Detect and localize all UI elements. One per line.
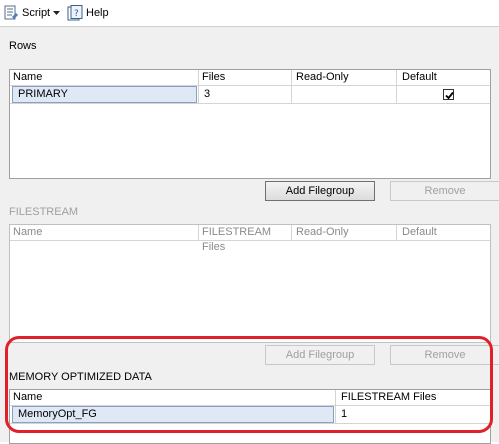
filestream-grid-header: Name FILESTREAM Files Read-Only Default (10, 225, 490, 253)
column-header-filestream-files[interactable]: FILESTREAM Files (199, 225, 291, 253)
script-icon (3, 5, 19, 21)
add-filegroup-button[interactable]: Add Filegroup (265, 181, 375, 201)
filestream-section-title: FILESTREAM (9, 206, 79, 218)
column-header-default[interactable]: Default (399, 225, 489, 240)
column-header-name[interactable]: Name (10, 390, 335, 405)
column-divider (396, 225, 397, 240)
default-checkbox[interactable] (443, 89, 454, 100)
memory-optimized-grid[interactable]: Name FILESTREAM Files MemoryOpt_FG 1 (9, 389, 491, 444)
memory-filegroup-name-cell[interactable]: MemoryOpt_FG (12, 406, 334, 423)
column-divider (291, 225, 292, 240)
svg-text:?: ? (74, 9, 79, 19)
rows-grid-header: Name Files Read-Only Default (10, 70, 490, 86)
table-row[interactable]: PRIMARY 3 (10, 86, 490, 104)
script-button[interactable]: Script (3, 3, 50, 23)
help-label: Help (86, 7, 109, 19)
memory-optimized-section-title: MEMORY OPTIMIZED DATA (9, 371, 152, 383)
checkmark-icon (445, 91, 454, 100)
table-row[interactable]: MemoryOpt_FG 1 (10, 406, 490, 424)
filestream-grid[interactable]: Name FILESTREAM Files Read-Only Default (9, 224, 491, 343)
column-header-read-only[interactable]: Read-Only (293, 70, 396, 85)
column-header-filestream-files[interactable]: FILESTREAM Files (338, 390, 488, 405)
script-dropdown[interactable] (52, 3, 61, 23)
memory-grid-header: Name FILESTREAM Files (10, 390, 490, 406)
toolbar: Script ? Help (0, 0, 499, 26)
column-header-default[interactable]: Default (399, 70, 489, 85)
files-count-cell[interactable]: 3 (199, 86, 291, 103)
column-header-name[interactable]: Name (10, 70, 198, 85)
column-divider (198, 225, 199, 240)
memory-files-count-cell[interactable]: 1 (336, 406, 486, 423)
column-header-name[interactable]: Name (10, 225, 198, 240)
column-header-read-only[interactable]: Read-Only (293, 225, 396, 240)
remove-button[interactable]: Remove (390, 181, 499, 201)
remove-button-filestream[interactable]: Remove (390, 345, 499, 365)
rows-section-title: Rows (9, 40, 37, 52)
rows-grid[interactable]: Name Files Read-Only Default PRIMARY 3 (9, 69, 491, 179)
help-button[interactable]: ? Help (67, 3, 109, 23)
help-icon: ? (67, 5, 83, 21)
add-filegroup-button-filestream[interactable]: Add Filegroup (265, 345, 375, 365)
dropdown-arrow-icon (52, 5, 61, 21)
script-label: Script (22, 7, 51, 19)
filegroup-name-cell[interactable]: PRIMARY (12, 86, 197, 103)
filegroups-panel: Rows Name Files Read-Only Default PRIMAR… (0, 27, 499, 444)
read-only-cell[interactable] (292, 86, 396, 103)
column-header-files[interactable]: Files (199, 70, 291, 85)
